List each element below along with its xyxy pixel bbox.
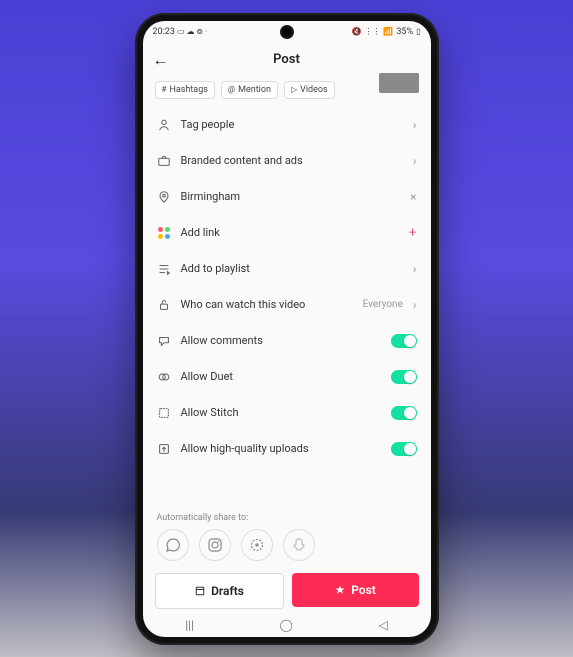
row-label: Allow Duet	[181, 370, 381, 383]
videos-chip[interactable]: ▷ Videos	[284, 81, 335, 99]
row-label: Tag people	[181, 118, 403, 131]
location-row[interactable]: Birmingham ×	[143, 179, 431, 215]
row-label: Allow high-quality uploads	[181, 442, 381, 455]
branded-content-row[interactable]: Branded content and ads ›	[143, 143, 431, 179]
person-icon	[157, 118, 171, 132]
chevron-right-icon: ›	[413, 154, 417, 168]
at-icon: @	[228, 85, 235, 94]
location-icon	[157, 190, 171, 204]
chip-label: Hashtags	[169, 85, 207, 95]
allow-duet-row: Allow Duet	[143, 359, 431, 395]
phone-frame: 20:23 ▭ ☁ ⊚ · 🔇 ⋮⋮ 📶 35% ▯ ← Post # Hash…	[135, 13, 439, 645]
briefcase-icon	[157, 154, 171, 168]
share-label: Automatically share to:	[143, 509, 431, 525]
status-net-icon: ⋮⋮	[364, 27, 380, 36]
status-time: 20:23	[153, 27, 175, 37]
chip-label: Mention	[238, 85, 271, 95]
header: ← Post	[143, 43, 431, 77]
comments-toggle[interactable]	[391, 334, 417, 348]
nav-recents-icon[interactable]: |||	[185, 618, 194, 632]
privacy-value: Everyone	[363, 299, 403, 310]
row-label: Branded content and ads	[181, 154, 403, 167]
status-battery-icon: ▯	[416, 27, 420, 36]
screen: 20:23 ▭ ☁ ⊚ · 🔇 ⋮⋮ 📶 35% ▯ ← Post # Hash…	[143, 21, 431, 637]
comment-icon	[157, 334, 171, 348]
back-icon[interactable]: ←	[153, 50, 169, 70]
options-list: Tag people › Branded content and ads › B…	[143, 107, 431, 509]
post-label: Post	[351, 583, 376, 597]
instagram-icon[interactable]	[199, 529, 231, 561]
tag-people-row[interactable]: Tag people ›	[143, 107, 431, 143]
allow-comments-row: Allow comments	[143, 323, 431, 359]
drafts-label: Drafts	[211, 584, 244, 598]
page-title: Post	[273, 52, 300, 67]
row-label: Who can watch this video	[181, 298, 353, 311]
nav-back-icon[interactable]: ◁	[378, 618, 387, 632]
stories-icon[interactable]	[241, 529, 273, 561]
mention-chip[interactable]: @ Mention	[221, 81, 278, 99]
status-notif-icon: ▭ ☁ ⊚ ·	[175, 27, 207, 36]
hashtags-chip[interactable]: # Hashtags	[155, 81, 215, 99]
nav-home-icon[interactable]: ◯	[280, 618, 293, 632]
plus-icon: +	[409, 225, 417, 241]
snapchat-icon[interactable]	[283, 529, 315, 561]
chevron-right-icon: ›	[413, 262, 417, 276]
status-battery-text: 35%	[396, 27, 413, 37]
status-mute-icon: 🔇	[351, 27, 361, 36]
add-link-row[interactable]: Add link +	[143, 215, 431, 251]
allow-stitch-row: Allow Stitch	[143, 395, 431, 431]
action-buttons: Drafts Post	[143, 569, 431, 613]
row-label: Birmingham	[181, 190, 401, 203]
share-row	[143, 525, 431, 569]
stitch-toggle[interactable]	[391, 406, 417, 420]
close-icon[interactable]: ×	[410, 190, 416, 204]
play-icon: ▷	[291, 85, 297, 94]
lock-open-icon	[157, 298, 171, 312]
video-thumbnail[interactable]	[379, 73, 419, 93]
allow-hq-row: Allow high-quality uploads	[143, 431, 431, 467]
row-label: Allow Stitch	[181, 406, 381, 419]
duet-icon	[157, 370, 171, 384]
row-label: Allow comments	[181, 334, 381, 347]
chevron-right-icon: ›	[413, 118, 417, 132]
playlist-icon	[157, 262, 171, 276]
link-dots-icon	[157, 226, 171, 240]
upload-icon	[157, 442, 171, 456]
hq-toggle[interactable]	[391, 442, 417, 456]
android-navbar: ||| ◯ ◁	[143, 613, 431, 637]
privacy-row[interactable]: Who can watch this video Everyone ›	[143, 287, 431, 323]
row-label: Add to playlist	[181, 262, 403, 275]
stitch-icon	[157, 406, 171, 420]
whatsapp-icon[interactable]	[157, 529, 189, 561]
drafts-button[interactable]: Drafts	[155, 573, 284, 609]
post-button[interactable]: Post	[292, 573, 419, 607]
duet-toggle[interactable]	[391, 370, 417, 384]
status-signal-icon: 📶	[383, 27, 393, 36]
hash-icon: #	[162, 85, 167, 94]
row-label: Add link	[181, 226, 399, 239]
chip-label: Videos	[300, 85, 328, 95]
camera-hole	[282, 27, 292, 37]
add-playlist-row[interactable]: Add to playlist ›	[143, 251, 431, 287]
chevron-right-icon: ›	[413, 298, 417, 312]
